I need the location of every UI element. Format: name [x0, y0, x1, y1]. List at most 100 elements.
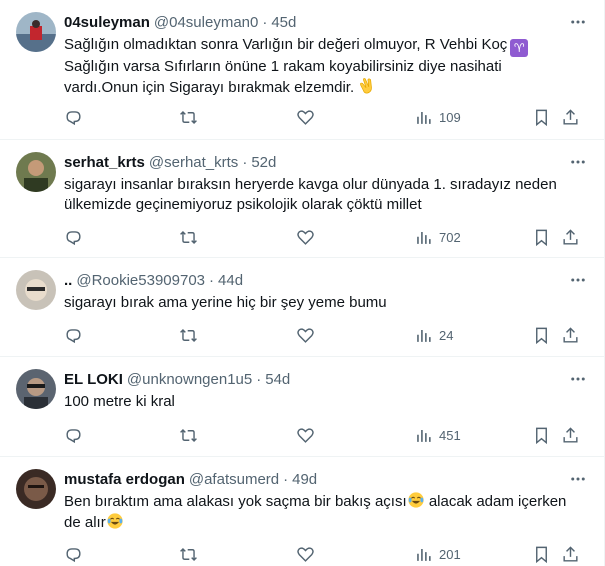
- views-count: 109: [439, 109, 461, 125]
- reply-feed: 04suleyman @04suleyman0 · 45d Sağlığın o…: [0, 0, 605, 566]
- share-button[interactable]: [561, 544, 580, 564]
- views-icon: [417, 111, 431, 124]
- timestamp[interactable]: 52d: [251, 154, 276, 171]
- tweet[interactable]: .. @Rookie53909703 · 44d sigarayı bırak …: [0, 258, 604, 357]
- bookmark-button[interactable]: [532, 325, 551, 345]
- reply-icon: [66, 230, 81, 245]
- user-handle[interactable]: @04suleyman0: [154, 14, 258, 31]
- action-bar: 24: [64, 325, 584, 345]
- reply-icon: [66, 328, 81, 343]
- face-with-tears-of-joy-emoji-icon: [107, 513, 123, 529]
- more-icon[interactable]: [568, 369, 588, 389]
- timestamp[interactable]: 45d: [271, 14, 296, 31]
- tweet-text-line: vardı.Onun için Sigarayı bırakmak elzemd…: [64, 79, 355, 96]
- tweet[interactable]: EL LOKI @unknowngen1u5 · 54d 100 metre k…: [0, 357, 604, 457]
- share-button[interactable]: [561, 227, 580, 247]
- separator-dot: ·: [209, 271, 215, 289]
- like-button[interactable]: [296, 425, 315, 445]
- retweet-icon: [180, 230, 197, 244]
- tweet-text-line: ülkemizde geçinemiyoruz psikolojik olara…: [64, 196, 422, 213]
- tweet-text-line: Ben bıraktım ama alakası yok saçma bir b…: [64, 493, 407, 510]
- user-handle[interactable]: @Rookie53909703: [76, 272, 205, 289]
- like-button[interactable]: [296, 227, 315, 247]
- more-icon[interactable]: [568, 152, 588, 172]
- retweet-button[interactable]: [179, 544, 198, 564]
- like-button[interactable]: [296, 325, 315, 345]
- display-name[interactable]: EL LOKI: [64, 371, 123, 388]
- views-icon: [417, 429, 431, 442]
- retweet-button[interactable]: [179, 227, 198, 247]
- tweet-text-line: Sağlığın olmadıktan sonra Varlığın bir d…: [64, 36, 508, 53]
- timestamp[interactable]: 54d: [265, 371, 290, 388]
- user-handle[interactable]: @afatsumerd: [189, 471, 279, 488]
- avatar[interactable]: [16, 270, 56, 310]
- action-bar: 451: [64, 425, 584, 445]
- action-bar: 201: [64, 544, 584, 564]
- share-button[interactable]: [561, 425, 580, 445]
- views-count: 451: [439, 427, 461, 443]
- tweet[interactable]: 04suleyman @04suleyman0 · 45d Sağlığın o…: [0, 0, 604, 140]
- reply-button[interactable]: [64, 227, 83, 247]
- retweet-icon: [180, 328, 197, 342]
- reply-icon: [66, 428, 81, 443]
- timestamp[interactable]: 44d: [218, 272, 243, 289]
- avatar[interactable]: [16, 369, 56, 409]
- bookmark-icon: [536, 229, 547, 246]
- timestamp[interactable]: 49d: [292, 471, 317, 488]
- like-icon: [297, 427, 314, 443]
- user-handle[interactable]: @unknowngen1u5: [127, 371, 252, 388]
- retweet-button[interactable]: [179, 107, 198, 127]
- tweet-text-line: 100 metre ki kral: [64, 393, 175, 410]
- retweet-button[interactable]: [179, 325, 198, 345]
- clapping-hands-emoji-icon: [360, 78, 373, 94]
- tweet-text-line: sigarayı insanlar bıraksın heryerde kavg…: [64, 176, 557, 193]
- views-button[interactable]: 109: [414, 107, 461, 127]
- share-button[interactable]: [561, 107, 580, 127]
- reply-button[interactable]: [64, 425, 83, 445]
- views-button[interactable]: 451: [414, 425, 461, 445]
- bookmark-button[interactable]: [532, 107, 551, 127]
- views-button[interactable]: 24: [414, 325, 453, 345]
- aries-sign-emoji-icon: ♈: [510, 39, 529, 57]
- reply-button[interactable]: [64, 325, 83, 345]
- retweet-icon: [180, 110, 197, 124]
- bookmark-button[interactable]: [532, 227, 551, 247]
- separator-dot: ·: [242, 153, 248, 171]
- display-name[interactable]: ..: [64, 272, 72, 289]
- more-icon[interactable]: [568, 469, 588, 489]
- bookmark-icon: [536, 109, 547, 126]
- avatar[interactable]: [16, 469, 56, 509]
- retweet-button[interactable]: [179, 425, 198, 445]
- bookmark-button[interactable]: [532, 544, 551, 564]
- avatar[interactable]: [16, 12, 56, 52]
- reply-button[interactable]: [64, 544, 83, 564]
- display-name[interactable]: 04suleyman: [64, 14, 150, 31]
- separator-dot: ·: [256, 370, 262, 388]
- more-icon[interactable]: [568, 270, 588, 290]
- like-button[interactable]: [296, 107, 315, 127]
- bookmark-button[interactable]: [532, 425, 551, 445]
- display-name[interactable]: mustafa erdogan: [64, 471, 185, 488]
- tweet[interactable]: mustafa erdogan @afatsumerd · 49d Ben bı…: [0, 457, 604, 566]
- more-icon[interactable]: [568, 12, 588, 32]
- like-icon: [297, 109, 314, 125]
- tweet-text-line: alacak adam içerken: [428, 493, 567, 510]
- separator-dot: ·: [283, 470, 289, 488]
- views-button[interactable]: 702: [414, 227, 461, 247]
- tweet[interactable]: serhat_krts @serhat_krts · 52d sigarayı …: [0, 140, 604, 258]
- avatar[interactable]: [16, 152, 56, 192]
- reply-button[interactable]: [64, 107, 83, 127]
- bookmark-icon: [536, 327, 547, 344]
- like-button[interactable]: [296, 544, 315, 564]
- share-button[interactable]: [561, 325, 580, 345]
- views-count: 201: [439, 546, 461, 562]
- views-button[interactable]: 201: [414, 544, 461, 564]
- views-count: 24: [439, 327, 454, 343]
- like-icon: [297, 546, 314, 562]
- views-icon: [417, 231, 431, 244]
- like-icon: [297, 327, 314, 343]
- tweet-text: Sağlığın olmadıktan sonra Varlığın bir d…: [64, 35, 588, 98]
- user-handle[interactable]: @serhat_krts: [149, 154, 238, 171]
- share-icon: [563, 326, 578, 343]
- display-name[interactable]: serhat_krts: [64, 154, 145, 171]
